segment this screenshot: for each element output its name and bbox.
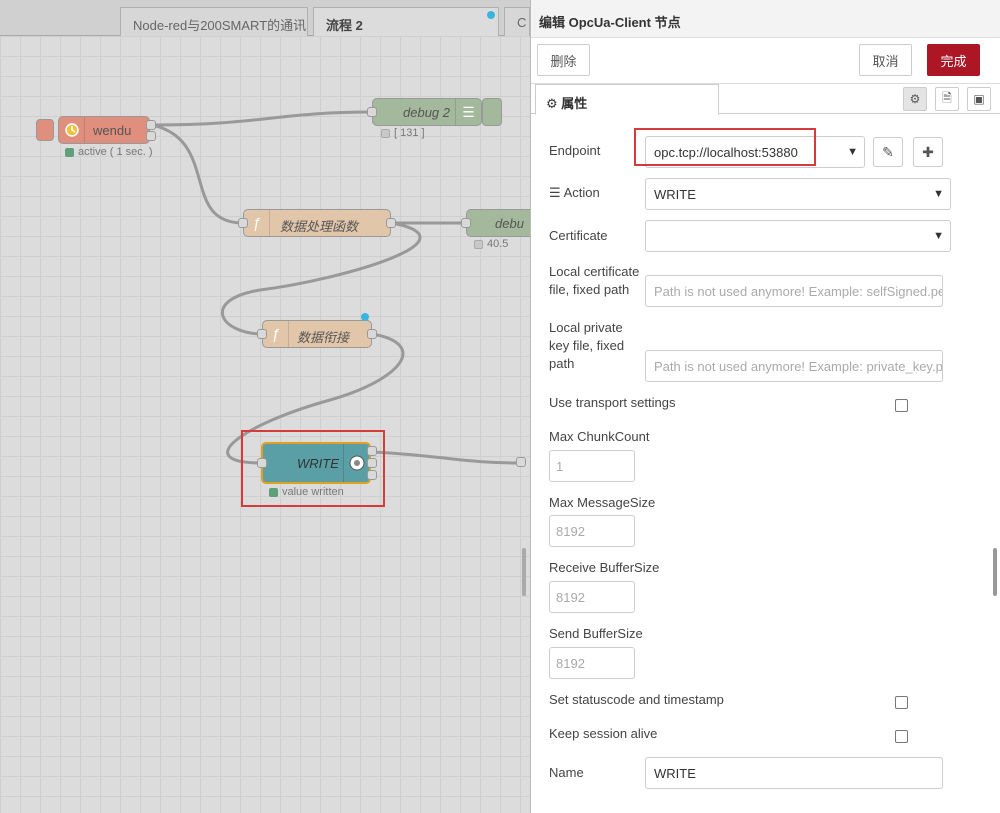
local-key-label: Local private key file, fixed path [549,319,624,373]
keep-alive-label: Keep session alive [549,726,658,741]
label-line: Local private [549,320,623,335]
endpoint-label: Endpoint [549,143,601,158]
set-status-checkbox[interactable] [895,696,908,709]
receive-buffer-input[interactable]: 8192 [549,581,635,613]
function-node-data-processing[interactable]: ƒ 数据处理函数 [238,209,396,237]
frame-icon: ▣ [973,92,985,106]
action-label: ☰ Action [549,184,600,202]
panel-title: 编辑 OpcUa-Client 节点 [531,0,1000,38]
max-chunk-input[interactable]: 1 [549,450,635,482]
done-button[interactable]: 完成 [927,44,980,76]
description-tab[interactable]: 🗎 [935,87,959,111]
max-message-label: Max MessageSize [549,495,656,510]
flow-workspace[interactable]: Node-red与200SMART的通讯 流程 2 C wendu active… [0,0,546,813]
node-label: debug 2 [403,105,450,120]
list-icon: ☰ [549,185,561,200]
panel-tabs: ⚙ 属性 ⚙ 🗎 ▣ [531,84,1000,115]
document-icon: 🗎 [942,90,952,105]
output-port[interactable] [146,131,156,141]
inject-button[interactable] [36,119,54,141]
set-status-label: Set statuscode and timestamp [549,692,724,707]
chevron-down-icon: ▼ [933,188,944,200]
gear-icon: ⚙ [546,96,558,111]
plus-icon: ✚ [922,143,934,160]
output-port[interactable] [386,218,396,228]
status-indicator [474,239,483,249]
node-label: debu [495,216,524,231]
add-endpoint-button[interactable]: ✚ [913,137,943,167]
edit-node-panel: 编辑 OpcUa-Client 节点 删除 取消 完成 ⚙ 属性 ⚙ 🗎 ▣ E… [530,0,1000,813]
max-chunk-label: Max ChunkCount [549,429,650,444]
node-status: 40.5 [474,238,508,250]
wire [151,123,244,225]
inject-icon [59,117,85,143]
action-value: WRITE [654,186,696,202]
send-buffer-input[interactable]: 8192 [549,647,635,679]
input-port[interactable] [516,457,526,467]
use-transport-label: Use transport settings [549,395,676,410]
node-label: wendu [93,123,132,138]
chevron-down-icon: ▼ [933,230,944,242]
use-transport-checkbox[interactable] [895,399,908,412]
label-line: Local certificate [549,264,640,279]
action-select[interactable]: WRITE ▼ [645,178,951,210]
name-input[interactable]: WRITE [645,757,943,789]
gear-icon: ⚙ [909,92,921,106]
input-port[interactable] [461,218,471,228]
status-indicator [381,128,390,138]
list-icon: ☰ [455,99,481,125]
function-icon: ƒ [244,210,270,236]
panel-scrollbar[interactable] [993,548,997,596]
function-icon: ƒ [263,321,289,347]
node-status: [ 131 ] [381,127,425,139]
local-key-input[interactable]: Path is not used anymore! Example: priva… [645,350,943,382]
action-label-text: Action [563,185,600,200]
label-line: key file, fixed [549,338,625,353]
send-buffer-label: Send BufferSize [549,626,643,641]
appearance-tab[interactable]: ▣ [967,87,991,111]
function-node-data-link[interactable]: ƒ 数据衔接 [257,320,377,348]
input-port[interactable] [367,107,377,117]
chevron-down-icon: ▼ [847,146,858,158]
pencil-icon: ✎ [882,143,894,160]
wire [151,110,373,127]
tab-label: 属性 [561,96,588,111]
local-certificate-input[interactable]: Path is not used anymore! Example: selfS… [645,275,943,307]
wire [371,450,523,465]
highlight-box [241,430,385,507]
output-port[interactable] [146,120,156,130]
label-line: path [549,356,575,371]
receive-buffer-label: Receive BufferSize [549,560,660,575]
name-label: Name [549,765,584,780]
tab-properties[interactable]: ⚙ 属性 [535,84,719,115]
panel-toolbar: 删除 取消 完成 [531,38,1000,84]
wire [221,221,422,336]
node-status: active ( 1 sec. ) [65,146,153,158]
local-certificate-label: Local certificate file, fixed path [549,263,639,299]
node-changed-dot [361,313,369,321]
max-message-input[interactable]: 8192 [549,515,635,547]
status-indicator [65,147,74,157]
status-text: active ( 1 sec. ) [78,146,153,158]
output-port[interactable] [367,329,377,339]
inject-node-wendu[interactable]: wendu [58,116,156,144]
status-text: [ 131 ] [394,127,425,139]
label-line: file, fixed path [549,282,630,297]
status-text: 40.5 [487,238,509,250]
certificate-select[interactable]: ▼ [645,220,951,252]
debug-node-2[interactable]: debug 2 ☰ [367,98,482,126]
edit-endpoint-button[interactable]: ✎ [873,137,903,167]
panel-splitter[interactable] [522,548,526,596]
settings-tab[interactable]: ⚙ [903,87,927,111]
node-label: 数据处理函数 [280,219,359,234]
properties-form: Endpoint opc.tcp://localhost:53880 ▼ ✎ ✚ … [531,114,1000,812]
delete-button[interactable]: 删除 [537,44,590,76]
debug-toggle-button[interactable] [482,98,502,126]
node-label: 数据衔接 [297,330,350,345]
highlight-box [634,128,816,166]
keep-alive-checkbox[interactable] [895,730,908,743]
certificate-label: Certificate [549,228,608,243]
cancel-button[interactable]: 取消 [859,44,912,76]
